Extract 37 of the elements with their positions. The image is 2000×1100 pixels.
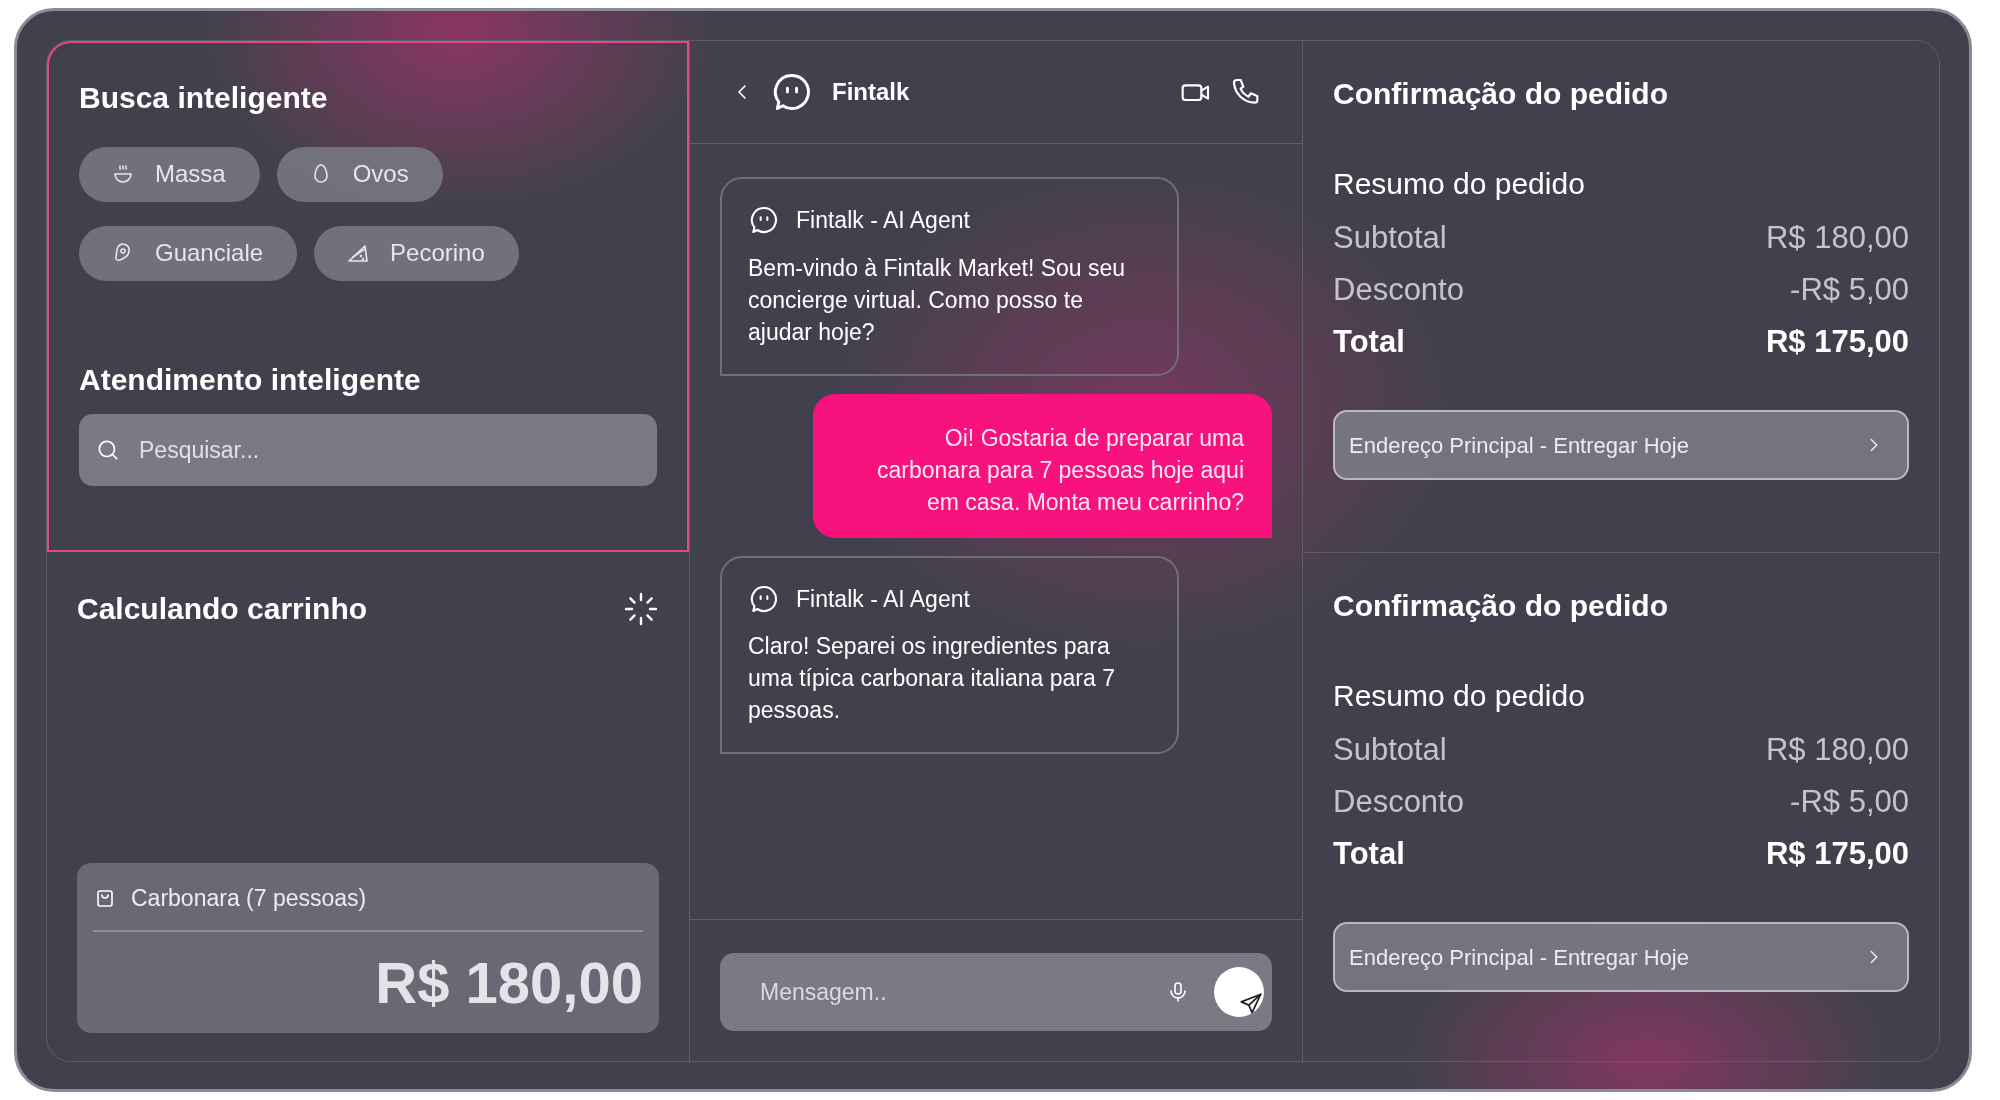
summary-value: -R$ 5,00 (1790, 783, 1909, 821)
summary-label: Subtotal (1333, 219, 1447, 257)
loading-spinner-icon (623, 590, 659, 627)
message-field[interactable]: Mensagem.. (720, 953, 1272, 1031)
section-title: Atendimento inteligente (79, 361, 422, 398)
panel-title: Calculando carrinho (77, 591, 368, 627)
summary-value: R$ 175,00 (1765, 323, 1909, 361)
delivery-address-button[interactable]: Endereço Principal - Entregar Hoje (1333, 922, 1909, 992)
summary-label: Desconto (1333, 271, 1464, 309)
summary-label: Total (1333, 323, 1405, 361)
message-text: Bem-vindo à Fintalk Market! Sou seu concierge virtual. Como posso te ajudar hoje? (748, 253, 1127, 347)
summary-value: R$ 180,00 (1765, 219, 1909, 257)
ingredient-chip[interactable]: Massa (79, 146, 260, 202)
ingredient-chip[interactable]: Guanciale (79, 225, 298, 281)
sender-name: Fintalk - AI Agent (796, 584, 970, 614)
message-text: Claro! Separei os ingredientes para uma típica carbonara italiana para 7 pessoas. (748, 632, 1116, 725)
ingredient-chip[interactable]: Ovos (276, 146, 443, 202)
sender-name: Fintalk - AI Agent (796, 206, 970, 235)
summary-value: R$ 175,00 (1765, 835, 1909, 873)
summary-value: -R$ 5,00 (1790, 271, 1909, 309)
summary-label: Total (1333, 835, 1405, 873)
section-title: Resumo do pedido (1333, 677, 1586, 714)
summary-value: R$ 180,00 (1765, 731, 1909, 769)
user-message-bubble: Oi! Gostaria de preparar uma carbonara para 7 pessoas hoje aqui em casa. Monta meu carrinho? (813, 393, 1272, 538)
section-title: Resumo do pedido (1333, 165, 1586, 202)
chat-title: Fintalk (832, 77, 910, 107)
panel-title: Busca inteligente (79, 80, 329, 116)
summary-label: Desconto (1333, 783, 1464, 821)
panel-title: Confirmação do pedido (1333, 588, 1669, 624)
panel-title: Confirmação do pedido (1333, 76, 1669, 112)
cart-item-name: Carbonara (7 pessoas) (131, 884, 367, 913)
search-field[interactable]: Pesquisar... (79, 414, 657, 486)
ingredient-chip[interactable]: Pecorino (314, 225, 519, 281)
cart-total: R$ 180,00 (374, 953, 643, 1012)
delivery-address-button[interactable]: Endereço Principal - Entregar Hoje (1333, 410, 1909, 480)
bowl-icon (111, 162, 135, 186)
summary-label: Subtotal (1333, 731, 1447, 769)
